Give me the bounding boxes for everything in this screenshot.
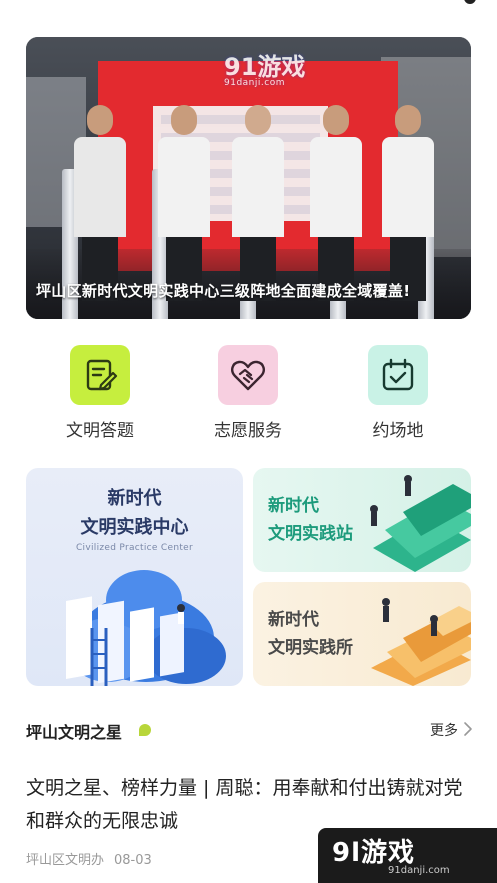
quick-entry-label: 文明答题 [66,421,134,441]
volunteer-icon-tile [218,345,278,405]
more-link[interactable]: 更多 [430,720,458,740]
leaf-dot-icon [139,724,151,736]
practice-center-card[interactable]: 新时代 文明实践中心 Civilized Practice Center [26,468,243,686]
edit-document-icon [86,359,118,391]
calendar-check-icon [382,358,414,391]
status-strip [0,0,497,30]
practice-institute-line2: 文明实践所 [268,638,353,658]
quick-entry-label: 志愿服务 [214,421,282,441]
practice-institute-title: 新时代 文明实践所 [268,606,353,662]
watermark-logo: 9l游戏 [332,838,416,868]
cloud-building-illustration [66,570,226,686]
banner-watermark-logo: 91游戏 [224,53,306,81]
banner-person [382,105,434,301]
status-dot [464,0,476,4]
section-title: 坪山文明之星 [26,723,123,742]
heart-handshake-icon [231,360,265,391]
article-date: 08-03 [114,853,152,868]
article-source: 坪山区文明办 [26,853,105,868]
banner-caption: 坪山区新时代文明实践中心三级阵地全面建成全域覆盖! [36,282,411,300]
practice-station-card[interactable]: 新时代 文明实践站 [253,468,471,572]
banner-person [74,105,126,301]
quick-entry-grid: 文明答题 志愿服务 约场地 [0,345,497,445]
watermark-site: 91danji.com [388,865,450,876]
quick-entry-label: 约场地 [372,421,424,441]
banner-person [232,105,284,301]
booking-icon-tile [368,345,428,405]
site-watermark: 9l游戏 91danji.com [318,828,497,883]
practice-institute-line1: 新时代 [268,610,319,630]
practice-institute-card[interactable]: 新时代 文明实践所 [253,582,471,686]
practice-station-line2: 文明实践站 [268,524,353,544]
practice-station-title: 新时代 文明实践站 [268,492,353,548]
banner-person [310,105,362,301]
chevron-right-icon[interactable] [462,721,474,737]
quick-entry-quiz[interactable]: 文明答题 [40,345,160,441]
banner-carousel[interactable]: 91游戏 91danji.com 坪山区新时代文明实践中心三级阵地全面建成全域覆… [26,37,471,319]
banner-person [158,105,210,301]
quiz-icon-tile [70,345,130,405]
practice-station-line1: 新时代 [268,496,319,516]
quick-entry-volunteer[interactable]: 志愿服务 [188,345,308,441]
banner-watermark: 91游戏 91danji.com [224,47,305,88]
quick-entry-booking[interactable]: 约场地 [338,345,458,441]
article-meta: 坪山区文明办 08-03 [26,849,152,868]
